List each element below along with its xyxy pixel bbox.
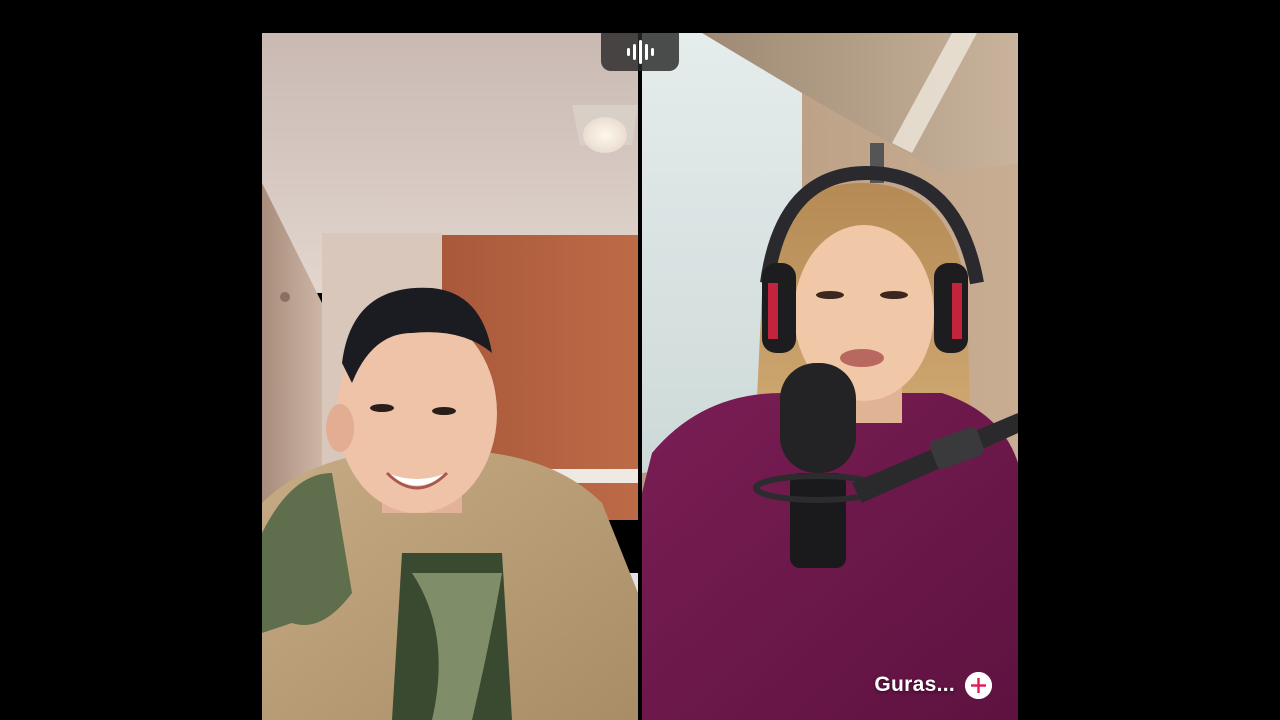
audio-indicator-tab[interactable] <box>601 33 679 71</box>
host-video-frame <box>262 33 638 720</box>
guest-display-name[interactable]: Guras... <box>874 673 955 697</box>
follow-button[interactable] <box>965 671 992 699</box>
split-video-stage: Guras... <box>262 33 1018 720</box>
host-video-feed[interactable] <box>262 33 638 720</box>
guest-video-feed[interactable]: Guras... <box>642 33 1018 720</box>
guest-name-chip[interactable]: Guras... <box>862 668 1002 702</box>
plus-circle-icon <box>965 671 992 699</box>
guest-video-frame <box>642 33 1018 720</box>
audio-wave-icon <box>627 40 654 64</box>
